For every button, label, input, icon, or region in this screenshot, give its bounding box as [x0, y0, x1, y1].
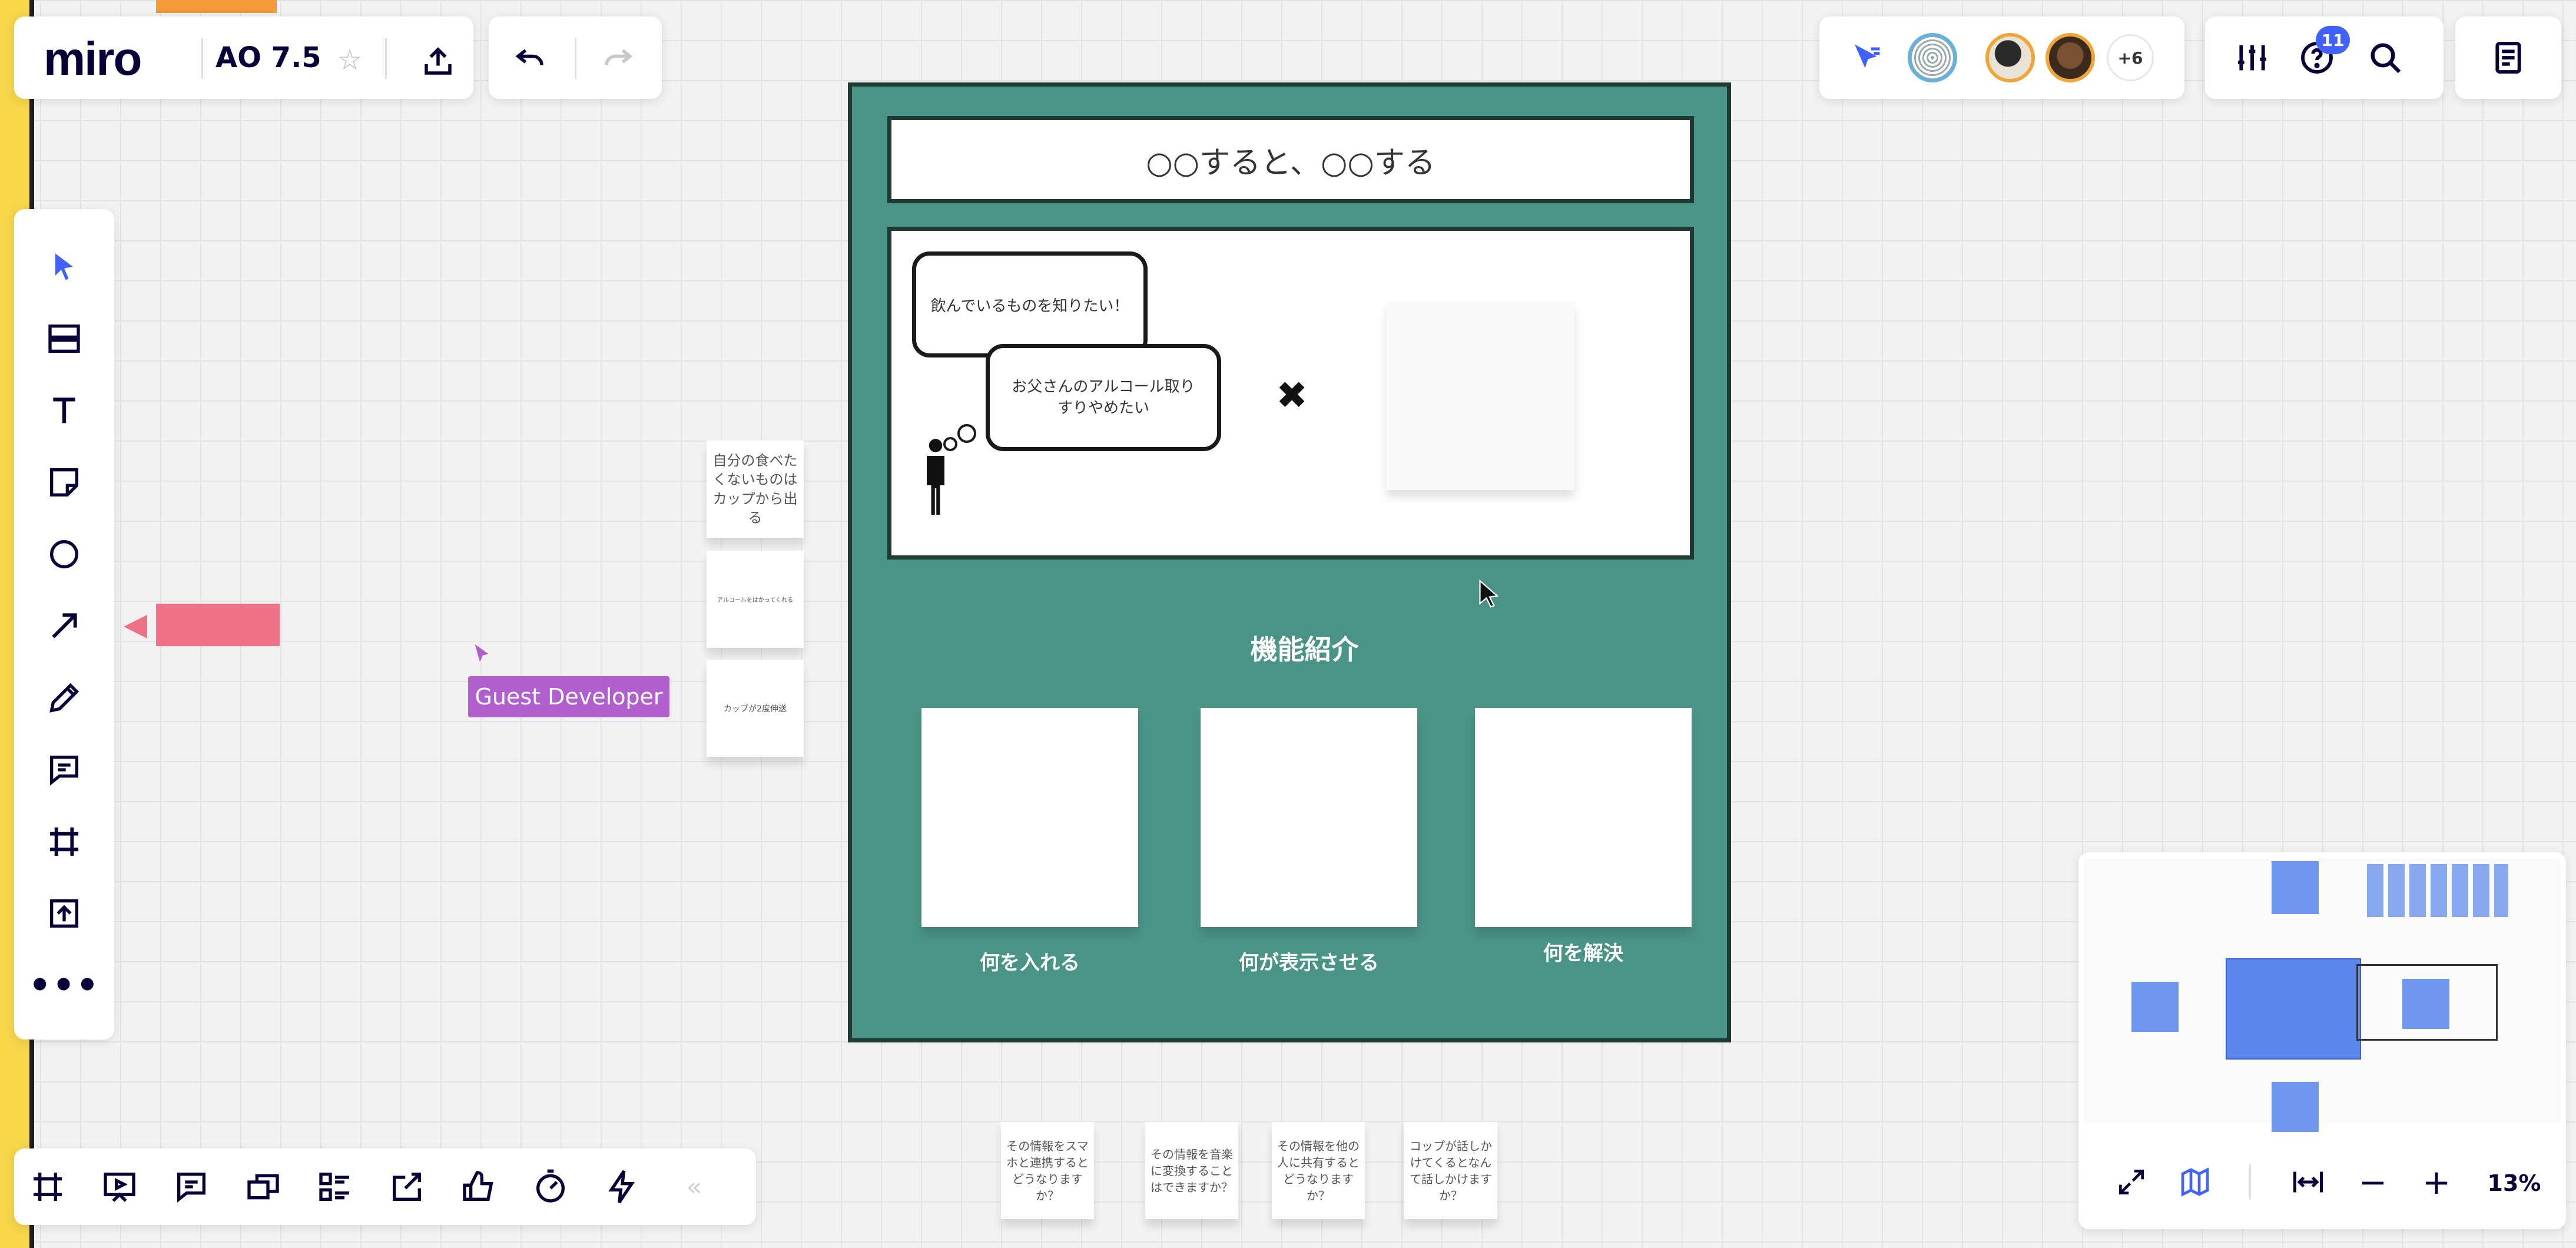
feature-sticky-1[interactable]	[921, 708, 1138, 927]
collaboration-panel: +6	[1819, 16, 2184, 99]
upload-tool-icon[interactable]	[14, 884, 114, 943]
frame-title-box[interactable]: ○○すると、○○する	[887, 116, 1694, 203]
minimap-viewport	[2084, 858, 2560, 1132]
feature-label-1: 何を入れる	[980, 951, 1080, 975]
cards-icon[interactable]	[231, 1148, 296, 1225]
side-sticky-2[interactable]: アルコールをはかってくれる	[707, 551, 804, 648]
main-frame[interactable]: ○○すると、○○する 飲んでいるものを知りたい！ お父さんのアルコール取りすりや…	[848, 82, 1731, 1042]
kanban-list-icon[interactable]	[303, 1148, 367, 1225]
times-symbol: ✖	[1276, 374, 1308, 418]
frames-list-icon[interactable]	[15, 1148, 80, 1225]
notes-icon[interactable]	[2485, 34, 2532, 81]
collaborator-avatar-1[interactable]	[1908, 33, 1957, 82]
header-divider	[201, 38, 203, 79]
feature-section-title: 機能紹介	[1250, 634, 1359, 666]
text-tool-icon[interactable]	[14, 381, 114, 440]
left-creation-toolbar: •••	[14, 209, 114, 1040]
select-tool-icon[interactable]	[14, 237, 114, 296]
thought-dot-large	[957, 424, 976, 443]
bottom-sticky-2[interactable]: その情報を音楽に変換することはできますか？	[1145, 1122, 1238, 1219]
thought-bubble-1[interactable]: 飲んでいるものを知りたい！	[912, 251, 1148, 357]
share-screen-icon[interactable]	[374, 1148, 439, 1225]
guest-developer-label: Guest Developer	[468, 676, 669, 717]
minimap-divider	[2249, 1164, 2251, 1200]
more-tools-icon[interactable]: •••	[14, 956, 114, 1015]
minimap-frame-bottom[interactable]	[2272, 1082, 2319, 1132]
side-sticky-1[interactable]: 自分の食べたくないものはカップから出る	[707, 441, 804, 538]
guest-cursor-icon	[471, 639, 495, 670]
zoom-out-icon[interactable]: −	[2349, 1158, 2396, 1206]
star-icon[interactable]: ☆	[332, 42, 367, 78]
pen-tool-icon[interactable]	[14, 668, 114, 727]
pink-shape[interactable]	[156, 604, 280, 646]
presentation-icon[interactable]	[87, 1148, 152, 1225]
comment-tool-icon[interactable]	[14, 740, 114, 799]
feature-sticky-2[interactable]	[1201, 708, 1417, 927]
undo-icon[interactable]	[506, 34, 553, 81]
frame-tool-icon[interactable]	[14, 812, 114, 871]
search-icon[interactable]	[2362, 34, 2409, 81]
thought-bubble-2[interactable]: お父さんのアルコール取りすりやめたい	[986, 344, 1221, 451]
feature-label-2: 何が表示させる	[1239, 951, 1379, 975]
mouse-cursor-icon	[1477, 578, 1503, 614]
minimap-frame-main[interactable]	[2226, 958, 2361, 1060]
side-sticky-3[interactable]: カップが2度伸送	[707, 660, 804, 757]
collapse-toolbar-icon[interactable]: «	[662, 1148, 727, 1225]
zoom-level[interactable]: 13%	[2479, 1170, 2550, 1196]
connection-line-tool-icon[interactable]	[14, 597, 114, 656]
miro-logo[interactable]: miro	[44, 32, 142, 86]
collaborator-avatar-3[interactable]	[2045, 33, 2095, 82]
bottom-sticky-1[interactable]: その情報をスマホと連携するとどうなりますか？	[1001, 1122, 1094, 1219]
undo-redo-panel	[489, 16, 662, 99]
bottom-sticky-3[interactable]: その情報を他の人に共有するとどうなりますか？	[1272, 1122, 1365, 1219]
settings-sliders-icon[interactable]	[2229, 34, 2276, 81]
fullscreen-icon[interactable]	[2108, 1158, 2155, 1206]
minimap-frame-left[interactable]	[2131, 982, 2179, 1032]
header-divider-2	[385, 38, 387, 79]
shape-tool-icon[interactable]	[14, 525, 114, 584]
minimap-frame-right[interactable]	[2402, 979, 2449, 1029]
scenario-box[interactable]: 飲んでいるものを知りたい！ お父さんのアルコール取りすりやめたい ✖	[887, 227, 1694, 560]
feature-sticky-3[interactable]	[1475, 708, 1692, 927]
notes-panel	[2455, 16, 2561, 99]
feature-label-3: 何を解決	[1543, 942, 1623, 965]
help-notification-badge: 11	[2316, 26, 2350, 54]
scenario-sticky[interactable]	[1386, 302, 1574, 490]
comments-icon[interactable]	[159, 1148, 224, 1225]
reactions-thumbs-up-icon[interactable]	[446, 1148, 511, 1225]
tools-right-panel: 11	[2205, 16, 2444, 99]
board-header-panel: miro AO 7.5 ☆	[14, 16, 473, 99]
more-collaborators-badge[interactable]: +6	[2107, 34, 2154, 81]
top-orange-tab	[156, 0, 277, 13]
board-name[interactable]: AO 7.5	[216, 41, 321, 74]
timer-icon[interactable]	[518, 1148, 583, 1225]
minimap-sticky-grid[interactable]	[2367, 864, 2508, 917]
zoom-in-icon[interactable]: +	[2413, 1158, 2460, 1206]
templates-tool-icon[interactable]	[14, 309, 114, 368]
export-icon[interactable]	[415, 38, 462, 85]
bottom-sticky-4[interactable]: コップが話しかけてくるとなんて話しかけますか？	[1404, 1122, 1497, 1219]
pink-arrow-head[interactable]	[124, 615, 147, 638]
redo-icon[interactable]	[595, 34, 642, 81]
minimap-frame-top[interactable]	[2272, 861, 2319, 914]
person-icon	[921, 438, 950, 517]
minimap-panel: − + 13%	[2078, 852, 2566, 1229]
collaborator-avatar-2[interactable]	[1985, 33, 2035, 82]
cursor-filter-icon[interactable]	[1843, 34, 1890, 81]
undo-redo-divider	[575, 38, 576, 79]
fit-to-screen-icon[interactable]	[2285, 1158, 2332, 1206]
sticky-note-tool-icon[interactable]	[14, 453, 114, 512]
map-toggle-icon[interactable]	[2171, 1158, 2219, 1206]
lightning-icon[interactable]	[590, 1148, 655, 1225]
bottom-collaboration-toolbar: «	[14, 1148, 756, 1225]
